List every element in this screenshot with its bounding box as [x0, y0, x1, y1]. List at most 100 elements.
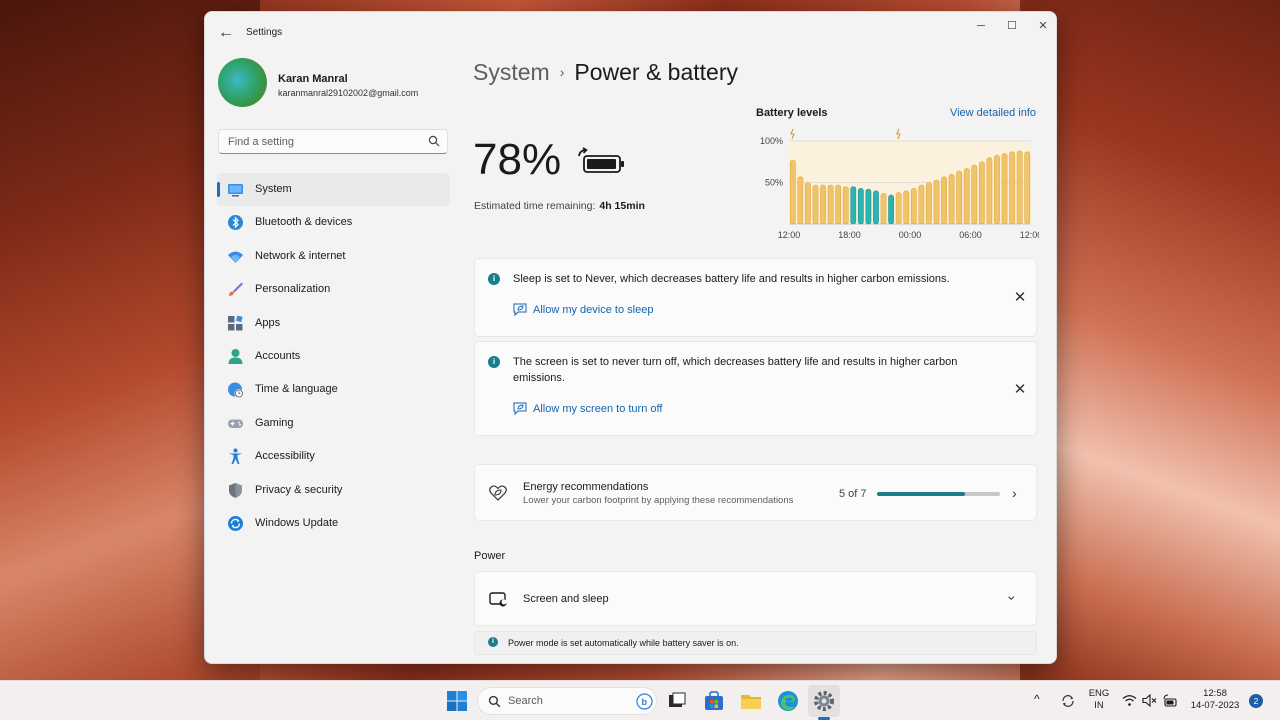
- app-title: Settings: [246, 27, 283, 38]
- x-tick-label: 12:00: [778, 230, 801, 240]
- breadcrumb-parent[interactable]: System: [473, 59, 550, 85]
- power-section-heading: Power: [474, 550, 506, 562]
- volume-muted-icon[interactable]: [1142, 694, 1157, 707]
- battery-bar: [827, 184, 834, 225]
- sleep-notice-card: i Sleep is set to Never, which decreases…: [474, 258, 1037, 337]
- sidebar-item-label: Personalization: [255, 283, 331, 296]
- sidebar-item-bluetooth[interactable]: Bluetooth & devices: [217, 206, 450, 239]
- task-view-icon[interactable]: [665, 689, 689, 713]
- page-title: Power & battery: [574, 59, 738, 85]
- file-explorer-icon[interactable]: [739, 689, 763, 713]
- dismiss-icon[interactable]: ✕: [1012, 290, 1028, 306]
- power-mode-note-text: Power mode is set automatically while ba…: [508, 638, 739, 648]
- energy-recommendations-card[interactable]: Energy recommendations Lower your carbon…: [474, 464, 1037, 521]
- gamepad-icon: [228, 419, 243, 428]
- windows-start-icon[interactable]: [445, 689, 469, 713]
- screen-notice-text: The screen is set to never turn off, whi…: [513, 356, 958, 384]
- battery-bar: [941, 176, 947, 225]
- sidebar-item-apps[interactable]: Apps: [217, 307, 450, 340]
- battery-levels-title: Battery levels: [756, 107, 828, 119]
- title-bar: ← Settings ─ ☐ ✕: [205, 12, 1056, 52]
- x-tick-label: 12:00: [1020, 230, 1039, 240]
- battery-bar: [903, 190, 910, 225]
- screen-and-sleep-card[interactable]: Screen and sleep ›: [474, 571, 1037, 626]
- battery-tray-icon[interactable]: [1162, 693, 1178, 708]
- battery-bar: [948, 173, 955, 225]
- battery-bar: [933, 179, 940, 225]
- minimize-icon[interactable]: ─: [967, 16, 995, 36]
- dismiss-icon[interactable]: ✕: [1012, 382, 1028, 398]
- sidebar-item-windows-update[interactable]: Windows Update: [217, 507, 450, 540]
- sidebar-item-label: Bluetooth & devices: [255, 216, 353, 229]
- maximize-icon[interactable]: ☐: [998, 16, 1026, 36]
- clock[interactable]: 12:58 14-07-2023: [1184, 688, 1246, 712]
- y-tick-label: 100%: [760, 136, 783, 146]
- chevron-down-icon[interactable]: ›: [1004, 596, 1020, 601]
- allow-screen-off-link[interactable]: Allow my screen to turn off: [533, 403, 662, 415]
- battery-bar: [1024, 151, 1031, 225]
- sync-icon[interactable]: [1060, 693, 1076, 709]
- clock-time: 12:58: [1203, 688, 1227, 699]
- sidebar-item-personalization[interactable]: Personalization: [217, 273, 450, 306]
- chevron-right-icon: ›: [1012, 485, 1017, 501]
- battery-bar: [910, 188, 917, 225]
- sidebar-item-label: Gaming: [255, 416, 294, 429]
- view-detailed-info-link[interactable]: View detailed info: [950, 107, 1036, 119]
- charging-plug-icon: [896, 128, 901, 140]
- wifi-icon: [228, 251, 243, 263]
- battery-bar: [978, 161, 985, 225]
- taskbar-search-label: Search: [508, 695, 543, 707]
- battery-bar: [805, 182, 811, 225]
- energy-progress-fill: [877, 492, 965, 496]
- battery-bar: [926, 182, 932, 225]
- notification-badge[interactable]: 2: [1249, 694, 1263, 708]
- taskbar-search[interactable]: Search b: [477, 687, 657, 715]
- store-icon[interactable]: [702, 689, 726, 713]
- x-tick-label: 18:00: [838, 230, 861, 240]
- estimated-time-remaining: Estimated time remaining: 4h 15min: [474, 200, 645, 212]
- taskbar: Search b ^ ENG IN 12:58 14-07-2023 2: [0, 680, 1280, 720]
- time-remaining-value: 4h 15min: [599, 200, 645, 212]
- chevron-up-icon[interactable]: ^: [1034, 693, 1040, 705]
- battery-bar: [850, 186, 857, 225]
- shield-icon: [229, 482, 242, 498]
- update-icon: [228, 515, 243, 531]
- bluetooth-icon: [228, 215, 243, 231]
- battery-bar: [963, 168, 970, 225]
- clock-date: 14-07-2023: [1190, 700, 1240, 711]
- edge-icon[interactable]: [776, 689, 800, 713]
- close-window-icon[interactable]: ✕: [1029, 16, 1056, 36]
- wifi-tray-icon[interactable]: [1122, 694, 1137, 707]
- battery-bar: [820, 184, 826, 225]
- sidebar-item-gaming[interactable]: Gaming: [217, 407, 450, 440]
- sleep-notice-text: Sleep is set to Never, which decreases b…: [513, 273, 950, 285]
- allow-device-sleep-link[interactable]: Allow my device to sleep: [533, 304, 653, 316]
- battery-bar: [812, 184, 819, 225]
- sidebar-item-accessibility[interactable]: Accessibility: [217, 440, 450, 473]
- breadcrumb-separator: ›: [559, 64, 565, 80]
- battery-bar: [880, 192, 887, 225]
- sidebar-item-system[interactable]: System: [217, 173, 450, 207]
- sidebar-item-privacy[interactable]: Privacy & security: [217, 474, 450, 507]
- sidebar-item-network[interactable]: Network & internet: [217, 240, 450, 273]
- settings-gear-icon[interactable]: [812, 689, 836, 713]
- language-indicator[interactable]: ENG IN: [1087, 688, 1111, 712]
- sidebar-item-time-language[interactable]: Time & language: [217, 373, 450, 406]
- battery-bar: [842, 186, 849, 225]
- back-arrow-icon[interactable]: ←: [215, 22, 237, 44]
- battery-levels-chart: 100% 50% 12:00 18:00 00:00 06:00 12:00: [760, 128, 1039, 240]
- leaf-message-icon: [513, 402, 527, 415]
- profile-email: karanmanral29102002@gmail.com: [278, 88, 419, 98]
- svg-text:b: b: [642, 697, 648, 707]
- search-input[interactable]: Find a setting: [218, 129, 448, 154]
- info-icon: i: [488, 637, 498, 647]
- sidebar-item-accounts[interactable]: Accounts: [217, 340, 450, 373]
- battery-bar: [971, 164, 978, 225]
- battery-bar: [956, 170, 963, 225]
- energy-progress-text: 5 of 7: [839, 488, 867, 500]
- language-top: ENG: [1088, 688, 1110, 699]
- battery-bar: [895, 192, 902, 225]
- battery-bar: [797, 176, 804, 225]
- language-bottom: IN: [1094, 700, 1104, 711]
- sidebar-item-label: System: [255, 183, 292, 195]
